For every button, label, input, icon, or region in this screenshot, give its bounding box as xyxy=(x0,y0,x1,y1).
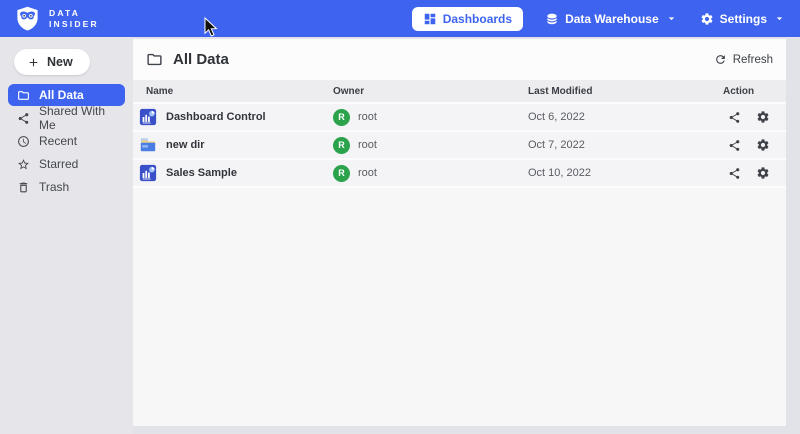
owner-name: root xyxy=(358,111,377,123)
sidebar-item-shared-with-me[interactable]: Shared With Me xyxy=(8,107,125,129)
table-row[interactable]: Dashboard Control R root Oct 6, 2022 xyxy=(133,104,786,130)
owl-logo-icon xyxy=(14,5,41,32)
share-icon xyxy=(17,112,30,125)
settings-menu[interactable]: Settings xyxy=(700,12,786,26)
new-button-label: New xyxy=(47,55,73,69)
sidebar-item-label: Recent xyxy=(39,134,77,148)
table-header: Name Owner Last Modified Action xyxy=(133,80,786,102)
file-name[interactable]: new dir xyxy=(166,139,205,151)
sidebar-item-label: Shared With Me xyxy=(39,104,125,132)
file-name[interactable]: Sales Sample xyxy=(166,167,237,179)
chevron-down-icon xyxy=(665,12,678,25)
panel-header: All Data Refresh xyxy=(133,39,786,80)
dashboards-label: Dashboards xyxy=(443,12,512,26)
sidebar-item-label: Starred xyxy=(39,157,78,171)
settings-label: Settings xyxy=(720,12,767,26)
sidebar: New All Data Shared With Me Recent Starr… xyxy=(0,37,133,434)
trash-icon xyxy=(17,181,30,194)
table-empty-area xyxy=(133,188,786,426)
table-row[interactable]: new dir R root Oct 7, 2022 xyxy=(133,132,786,158)
owner-name: root xyxy=(358,167,377,179)
plus-icon xyxy=(27,56,40,69)
folder-icon xyxy=(146,51,163,68)
chevron-down-icon xyxy=(773,12,786,25)
sidebar-item-label: Trash xyxy=(39,180,69,194)
owner-avatar: R xyxy=(333,165,350,182)
share-icon[interactable] xyxy=(728,111,741,124)
folder-icon xyxy=(17,89,30,102)
sidebar-nav: All Data Shared With Me Recent Starred T… xyxy=(0,84,133,198)
dashboard-file-icon xyxy=(139,164,157,182)
last-modified: Oct 10, 2022 xyxy=(528,167,723,179)
data-warehouse-label: Data Warehouse xyxy=(565,12,659,26)
dashboard-grid-icon xyxy=(423,12,437,26)
share-icon[interactable] xyxy=(728,167,741,180)
dashboards-button[interactable]: Dashboards xyxy=(412,7,523,31)
owner-avatar: R xyxy=(333,109,350,126)
gear-icon[interactable] xyxy=(756,110,770,124)
sidebar-item-recent[interactable]: Recent xyxy=(8,130,125,152)
sidebar-item-all-data[interactable]: All Data xyxy=(8,84,125,106)
new-button[interactable]: New xyxy=(14,49,90,75)
dashboard-file-icon xyxy=(139,108,157,126)
sidebar-item-starred[interactable]: Starred xyxy=(8,153,125,175)
column-header-last-modified: Last Modified xyxy=(528,86,723,97)
refresh-label: Refresh xyxy=(733,54,773,66)
brand-line2: INSIDER xyxy=(49,19,99,30)
owner-name: root xyxy=(358,139,377,151)
gear-icon[interactable] xyxy=(756,166,770,180)
main-panel: All Data Refresh Name Owner Last Modifie… xyxy=(133,39,786,426)
sidebar-item-trash[interactable]: Trash xyxy=(8,176,125,198)
gear-icon[interactable] xyxy=(756,138,770,152)
database-icon xyxy=(545,12,559,26)
share-icon[interactable] xyxy=(728,139,741,152)
gear-icon xyxy=(700,12,714,26)
topbar: DATA INSIDER Dashboards Data Warehouse xyxy=(0,0,800,37)
owner-avatar: R xyxy=(333,137,350,154)
page-title: All Data xyxy=(173,51,229,68)
data-warehouse-menu[interactable]: Data Warehouse xyxy=(545,12,678,26)
refresh-icon xyxy=(714,53,727,66)
folder-file-icon xyxy=(139,136,157,154)
star-icon xyxy=(17,158,30,171)
refresh-button[interactable]: Refresh xyxy=(714,53,773,66)
table-row[interactable]: Sales Sample R root Oct 10, 2022 xyxy=(133,160,786,186)
file-name[interactable]: Dashboard Control xyxy=(166,111,266,123)
clock-icon xyxy=(17,135,30,148)
brand-logo: DATA INSIDER xyxy=(14,5,99,32)
column-header-owner: Owner xyxy=(333,86,528,97)
sidebar-item-label: All Data xyxy=(39,88,84,102)
topbar-nav: Dashboards Data Warehouse Settings xyxy=(412,7,786,31)
brand-line1: DATA xyxy=(49,8,99,19)
column-header-name: Name xyxy=(133,86,333,97)
last-modified: Oct 6, 2022 xyxy=(528,111,723,123)
last-modified: Oct 7, 2022 xyxy=(528,139,723,151)
column-header-action: Action xyxy=(723,86,786,97)
